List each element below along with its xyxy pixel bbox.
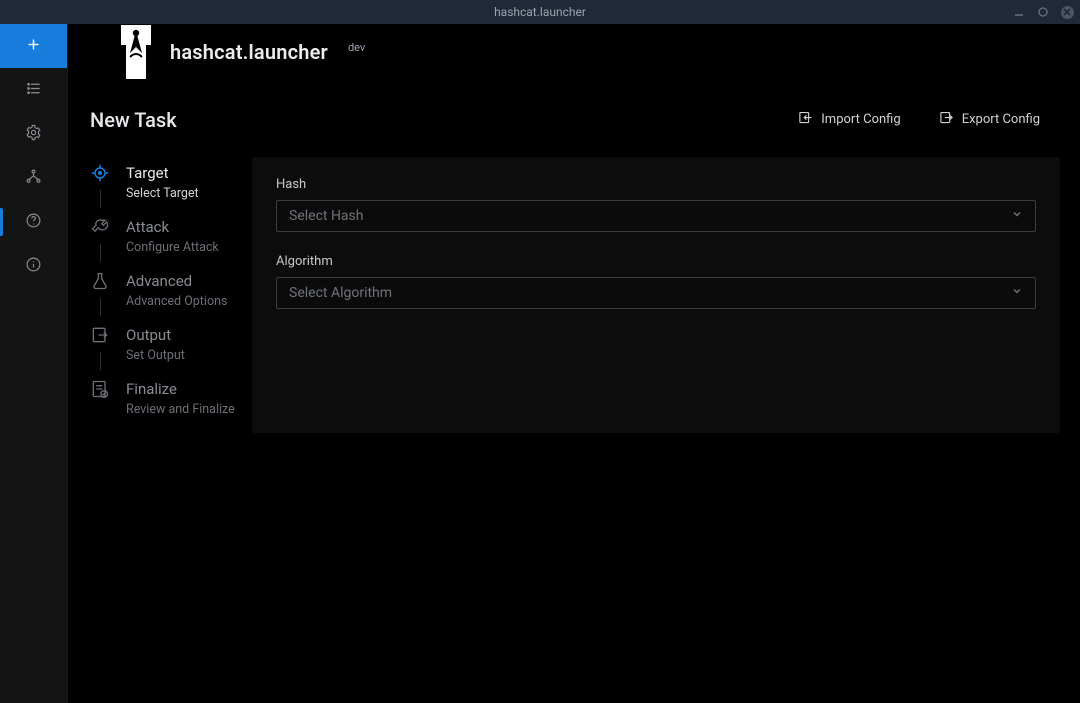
app-root: hashcat.launcher dev New Task Import Con… (0, 24, 1080, 703)
nav-settings[interactable] (0, 112, 67, 156)
export-icon (939, 110, 954, 129)
step-target[interactable]: Target Select Target (80, 159, 250, 213)
nav-tasks[interactable] (0, 68, 67, 112)
step-advanced[interactable]: Advanced Advanced Options (80, 267, 250, 321)
nav-rail (0, 24, 68, 703)
gear-icon (25, 124, 42, 145)
help-icon (25, 212, 42, 233)
step-attack[interactable]: Attack Configure Attack (80, 213, 250, 267)
export-config-button[interactable]: Export Config (931, 106, 1048, 133)
algorithm-select[interactable]: Select Algorithm (276, 277, 1036, 309)
step-title: Finalize (126, 379, 235, 399)
import-config-label: Import Config (821, 112, 900, 127)
page-title: New Task (90, 108, 177, 132)
output-icon (90, 325, 110, 349)
brand-header: hashcat.launcher dev (68, 24, 1080, 80)
algorithm-label: Algorithm (276, 254, 1036, 269)
page-header: New Task Import Config E (68, 80, 1080, 147)
flask-icon (90, 271, 110, 295)
import-icon (798, 110, 813, 129)
nav-nodes[interactable] (0, 156, 67, 200)
wrench-icon (90, 217, 110, 241)
nav-about[interactable] (0, 244, 67, 288)
app-title: hashcat.launcher (170, 40, 328, 64)
nodes-icon (25, 168, 42, 189)
import-config-button[interactable]: Import Config (790, 106, 908, 133)
step-subtitle: Advanced Options (126, 293, 227, 311)
page-body: Target Select Target Attack (68, 147, 1080, 703)
app-badge: dev (348, 41, 365, 54)
algorithm-select-value: Select Algorithm (289, 285, 392, 301)
window-titlebar: hashcat.launcher (0, 0, 1080, 24)
algorithm-field: Algorithm Select Algorithm (276, 254, 1036, 309)
step-title: Output (126, 325, 185, 345)
steps-list: Target Select Target Attack (80, 157, 250, 683)
window-maximize-button[interactable] (1036, 5, 1050, 19)
chevron-down-icon (1011, 208, 1023, 224)
window-title: hashcat.launcher (494, 5, 586, 19)
crosshair-icon (90, 163, 110, 187)
target-panel: Hash Select Hash Algorithm Select Algori… (252, 157, 1060, 433)
plus-icon (25, 36, 42, 57)
checklist-icon (90, 379, 110, 403)
window-close-button[interactable] (1060, 5, 1074, 19)
hash-field: Hash Select Hash (276, 177, 1036, 232)
window-minimize-button[interactable] (1012, 5, 1026, 19)
step-title: Advanced (126, 271, 227, 291)
content-area: hashcat.launcher dev New Task Import Con… (68, 24, 1080, 703)
hash-label: Hash (276, 177, 1036, 192)
chevron-down-icon (1011, 285, 1023, 301)
step-subtitle: Set Output (126, 347, 185, 365)
step-title: Attack (126, 217, 219, 237)
export-config-label: Export Config (962, 112, 1040, 127)
hash-select-value: Select Hash (289, 208, 363, 224)
step-finalize[interactable]: Finalize Review and Finalize (80, 375, 250, 421)
step-subtitle: Review and Finalize (126, 401, 235, 419)
info-icon (25, 256, 42, 277)
step-output[interactable]: Output Set Output (80, 321, 250, 375)
step-subtitle: Configure Attack (126, 239, 219, 257)
hash-select[interactable]: Select Hash (276, 200, 1036, 232)
app-logo-icon (118, 25, 154, 79)
step-subtitle: Select Target (126, 185, 199, 203)
list-icon (25, 80, 42, 101)
step-title: Target (126, 163, 199, 183)
nav-help[interactable] (0, 200, 67, 244)
nav-new-task-button[interactable] (0, 24, 67, 68)
